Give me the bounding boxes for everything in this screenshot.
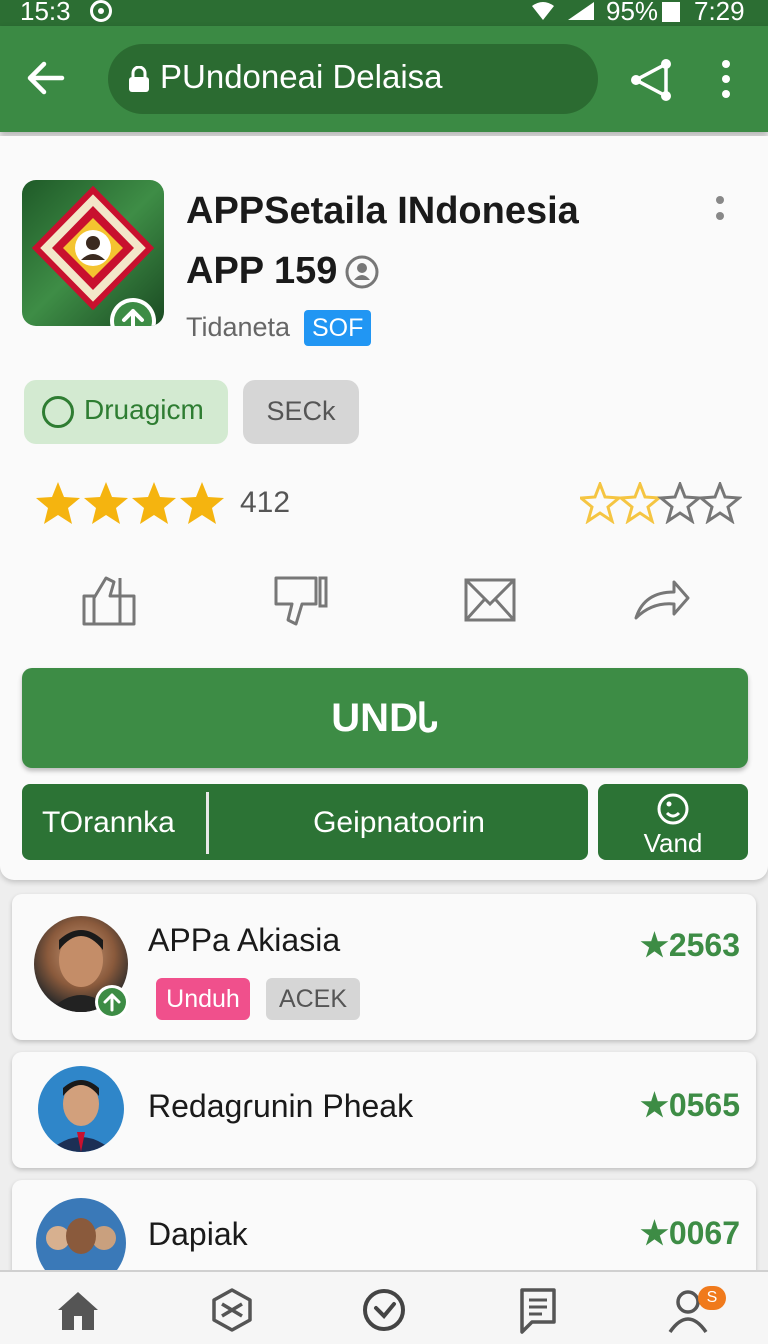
games-icon[interactable]: [208, 1286, 256, 1334]
download-button[interactable]: UNDᏓ: [22, 668, 748, 768]
star-icon: [180, 482, 224, 524]
list-item-name: Dapiak: [148, 1216, 248, 1252]
list-document-icon[interactable]: [514, 1286, 562, 1334]
person-avatar-icon: [48, 1080, 114, 1152]
wifi-icon: [532, 2, 554, 20]
address-text: PUndoneai Delaisa: [160, 58, 443, 95]
star-outline-icon: [657, 482, 703, 524]
verified-user-icon: [345, 255, 379, 289]
update-badge-icon: [110, 298, 156, 326]
rate-stars[interactable]: [580, 482, 742, 524]
developer-tag: SOF: [304, 310, 372, 346]
download-button-label: UNDᏓ: [331, 696, 439, 740]
lock-icon: [129, 66, 149, 92]
address-bar[interactable]: PUndoneai Delaisa: [108, 44, 598, 114]
star-outline-icon: [617, 482, 663, 524]
star-outline-icon: [580, 482, 623, 524]
tag-acek[interactable]: ACEK: [266, 978, 360, 1020]
app-version: APP 159: [186, 250, 338, 292]
rating-count: 412: [240, 486, 291, 519]
tag-unduh[interactable]: Unduh: [156, 978, 250, 1020]
status-time-left: 15:3: [20, 0, 71, 26]
split-left-label[interactable]: TOrannka: [42, 806, 175, 840]
secondary-chip[interactable]: SECk: [243, 380, 359, 444]
list-item[interactable]: APPa Akiasia ★2563 Unduh ACEK: [12, 894, 756, 1040]
app-title: APPSetaila INdonesia: [186, 190, 579, 232]
battery-percent: 95%: [606, 0, 659, 26]
home-icon[interactable]: [54, 1286, 102, 1334]
share-icon[interactable]: [628, 56, 674, 102]
recording-icon: [90, 0, 112, 22]
list-item-score: ★0067: [640, 1215, 740, 1251]
history-icon[interactable]: [360, 1286, 408, 1334]
bottom-navigation: S: [0, 1270, 768, 1344]
card-more-icon[interactable]: [708, 192, 732, 232]
status-time-right: 7:29: [694, 0, 745, 26]
app-icon: [22, 180, 164, 326]
developer-name[interactable]: Tidaneta: [186, 312, 290, 343]
category-chip-label: Druagicm: [84, 394, 204, 425]
list-item[interactable]: Redagɾunin Pheak ★0565: [12, 1052, 756, 1168]
more-vert-icon[interactable]: [712, 56, 740, 102]
notification-badge: S: [698, 1286, 726, 1310]
star-outline-icon: [697, 482, 742, 524]
star-icon: [36, 482, 80, 524]
battery-icon: [662, 2, 680, 22]
status-bar: 15:3 95% 7:29: [0, 0, 768, 26]
thumbs-down-icon[interactable]: [272, 574, 332, 628]
split-divider: [206, 792, 209, 854]
signal-icon: [568, 2, 594, 20]
list-item-name: APPa Akiasia: [148, 922, 341, 958]
list-item-name: Redagɾunin Pheak: [148, 1088, 414, 1124]
split-right-label[interactable]: Geipnatoorin: [210, 806, 588, 840]
rating-stars: [36, 482, 224, 524]
secondary-chip-label: SECk: [266, 396, 336, 426]
mail-icon[interactable]: [460, 574, 520, 628]
avatar: [38, 1066, 124, 1152]
side-action-button[interactable]: Vand: [598, 784, 748, 860]
circle-icon: [42, 396, 74, 428]
split-action-button[interactable]: TOrannka Geipnatoorin: [22, 784, 588, 860]
list-item-score: ★0565: [640, 1087, 740, 1123]
top-toolbar: PUndoneai Delaisa: [0, 26, 768, 132]
side-action-label: Vand: [643, 828, 703, 858]
forward-arrow-icon[interactable]: [630, 574, 690, 628]
update-badge-icon: [95, 985, 129, 1019]
star-icon: [132, 482, 176, 524]
list-item-score: ★2563: [640, 927, 740, 963]
clock-icon: [657, 793, 689, 825]
category-chip[interactable]: Druagicm: [24, 380, 228, 444]
back-arrow-icon[interactable]: [24, 56, 68, 100]
thumbs-up-icon[interactable]: [80, 574, 140, 628]
app-detail-card: APPSetaila INdonesia APP 159 Tidaneta SO…: [0, 136, 768, 880]
star-icon: [84, 482, 128, 524]
